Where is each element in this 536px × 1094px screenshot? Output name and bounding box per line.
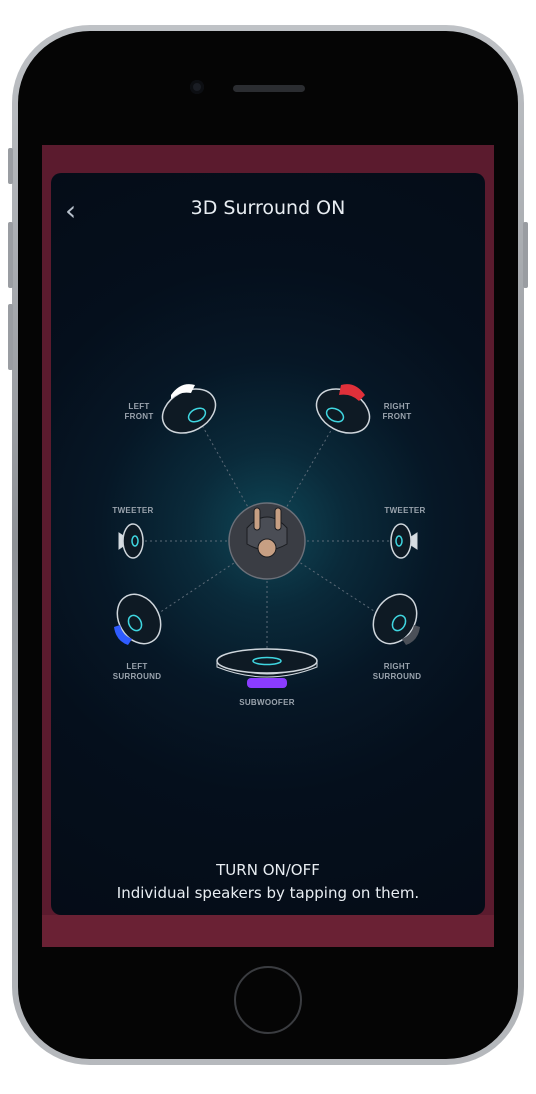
listener-icon — [228, 502, 306, 580]
screen: LEFT FRONT RIGHT FRONT TWEETER TWEETER L… — [42, 145, 494, 947]
mute-switch — [8, 148, 13, 184]
right-surround-label-line1: RIGHT — [384, 662, 410, 671]
left-surround-speaker[interactable]: LEFT SURROUND — [109, 586, 170, 681]
right-front-speaker[interactable]: RIGHT FRONT — [309, 380, 412, 442]
right-tweeter-speaker[interactable]: TWEETER — [384, 506, 425, 559]
right-surround-label-line2: SURROUND — [373, 672, 422, 681]
front-camera — [190, 80, 204, 94]
home-button[interactable] — [234, 966, 302, 1034]
left-surround-label-line2: SURROUND — [113, 672, 162, 681]
right-front-label-line1: RIGHT — [384, 402, 410, 411]
right-tweeter-label: TWEETER — [384, 506, 425, 515]
earpiece — [233, 85, 305, 92]
volume-up-button — [8, 222, 13, 288]
left-tweeter-label: TWEETER — [112, 506, 153, 515]
right-front-label-line2: FRONT — [382, 412, 411, 421]
left-front-speaker[interactable]: LEFT FRONT — [124, 380, 223, 442]
subwoofer-label: SUBWOOFER — [239, 698, 295, 707]
left-surround-label-line1: LEFT — [126, 662, 147, 671]
footer-title: TURN ON/OFF — [216, 861, 320, 879]
power-button — [523, 222, 528, 288]
left-tweeter-speaker[interactable]: TWEETER — [112, 506, 153, 559]
surround-panel: LEFT FRONT RIGHT FRONT TWEETER TWEETER L… — [51, 173, 485, 915]
footer-subtitle: Individual speakers by tapping on them. — [116, 884, 420, 902]
left-front-label-line2: FRONT — [124, 412, 153, 421]
subwoofer-speaker[interactable]: SUBWOOFER — [216, 648, 318, 707]
right-surround-speaker[interactable]: RIGHT SURROUND — [365, 586, 426, 681]
left-front-label-line1: LEFT — [128, 402, 149, 411]
volume-down-button — [8, 304, 13, 370]
page-title: 3D Surround ON — [190, 197, 346, 219]
speaker-diagram: LEFT FRONT RIGHT FRONT TWEETER TWEETER L… — [109, 380, 426, 707]
screen-bottom-band — [42, 915, 494, 947]
